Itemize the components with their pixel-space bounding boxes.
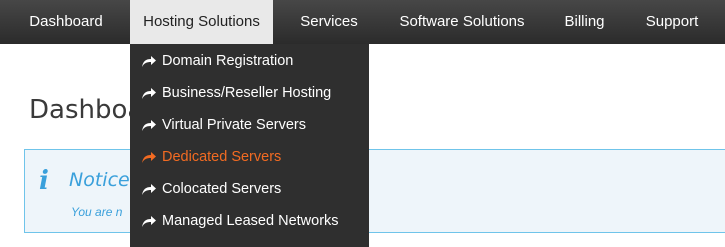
notice-title: Notice [69,169,130,191]
nav-support[interactable]: Support [632,0,712,44]
menu-item-colocated-servers[interactable]: Colocated Servers [130,173,369,205]
menu-item-business-reseller-hosting[interactable]: Business/Reseller Hosting [130,77,369,109]
menu-item-label: Domain Registration [162,53,294,69]
top-navbar: Dashboard Hosting Solutions Services Sof… [0,0,725,44]
nav-services[interactable]: Services [283,0,375,44]
share-arrow-icon [142,88,156,99]
share-arrow-icon [142,184,156,195]
info-icon: i [39,166,49,196]
menu-item-virtual-private-servers[interactable]: Virtual Private Servers [130,109,369,141]
menu-item-dedicated-servers[interactable]: Dedicated Servers [130,141,369,173]
menu-item-domain-registration[interactable]: Domain Registration [130,45,369,77]
menu-item-label: Virtual Private Servers [162,117,306,133]
menu-item-label: Dedicated Servers [162,149,282,165]
menu-item-managed-leased-networks[interactable]: Managed Leased Networks [130,205,369,237]
menu-item-label: Business/Reseller Hosting [162,85,332,101]
share-arrow-icon [142,216,156,227]
menu-item-label: Managed Leased Networks [162,213,339,229]
nav-hosting-solutions[interactable]: Hosting Solutions [130,0,273,44]
nav-software-solutions[interactable]: Software Solutions [389,0,535,44]
share-arrow-icon [142,120,156,131]
nav-dashboard[interactable]: Dashboard [14,0,118,44]
hosting-solutions-dropdown: Domain Registration Business/Reseller Ho… [130,44,369,247]
share-arrow-icon [142,152,156,163]
notice-text: You are n [71,205,123,219]
menu-item-label: Colocated Servers [162,181,282,197]
nav-billing[interactable]: Billing [550,0,619,44]
share-arrow-icon [142,56,156,67]
